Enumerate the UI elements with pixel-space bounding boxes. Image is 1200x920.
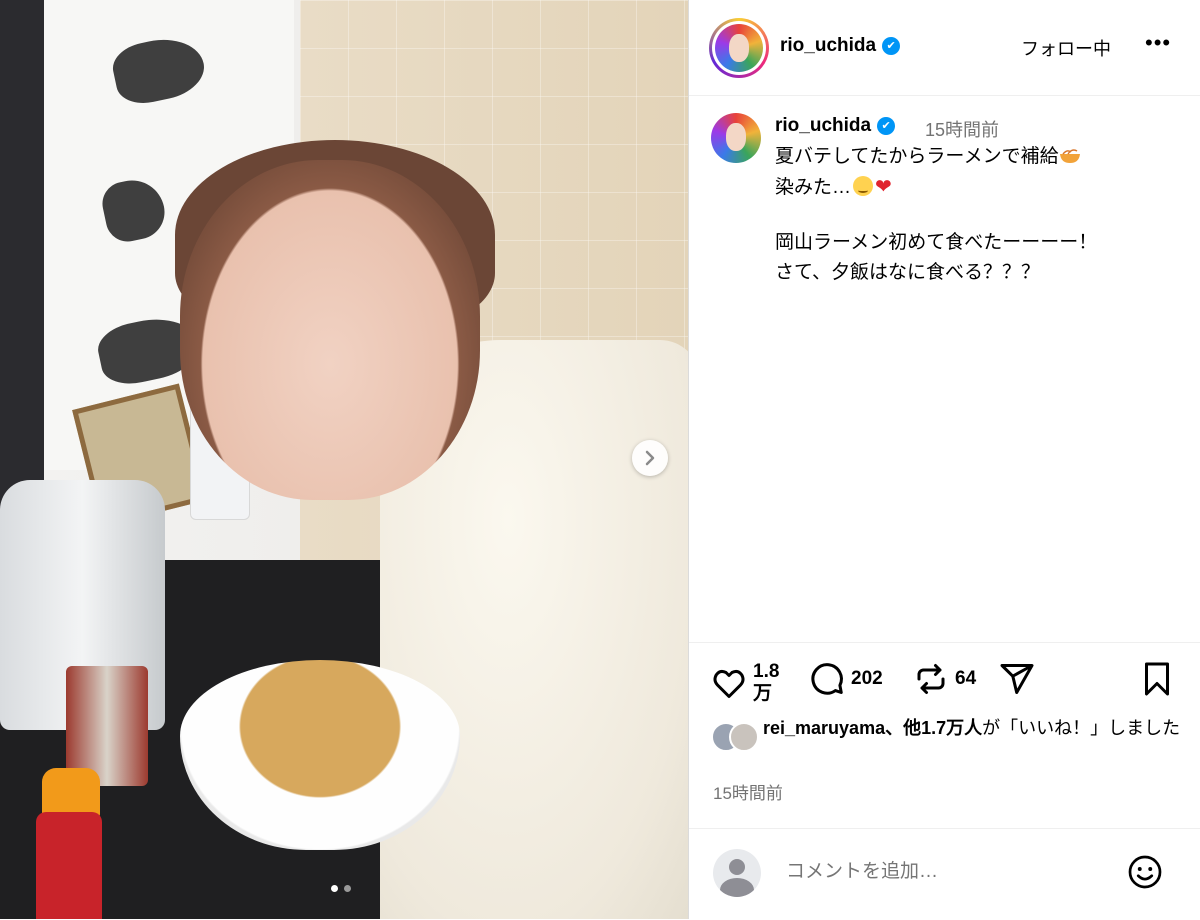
ramen-emoji-icon	[1059, 149, 1080, 163]
comment-icon	[811, 663, 843, 695]
avatar-head	[729, 859, 745, 875]
save-button[interactable]	[1139, 661, 1175, 697]
verified-badge-icon: ✔	[882, 36, 901, 55]
comment-button[interactable]: 202	[809, 661, 883, 697]
likes-count[interactable]: 1.8 万	[753, 661, 779, 705]
liker-avatar[interactable]	[729, 722, 759, 752]
bookmark-icon	[1145, 662, 1169, 696]
caption-text: 夏バテしてたからラーメンで補給 染みた… ❤ 岡山ラーメン初めて食べたーーーー！ …	[775, 142, 1175, 288]
emoji-picker-icon[interactable]	[1127, 854, 1163, 890]
carousel-dot	[344, 885, 351, 892]
comments-count[interactable]: 202	[851, 668, 883, 690]
caption-time[interactable]: 15時間前	[925, 116, 999, 142]
verified-badge-icon: ✔	[877, 116, 896, 135]
more-options-icon[interactable]: •••	[1145, 30, 1171, 56]
avatar-face	[729, 34, 749, 62]
liked-by-others[interactable]: 、他1.7万人	[885, 718, 982, 738]
like-button[interactable]: 1.8 万	[711, 661, 779, 705]
caption-line: 染みた…	[775, 177, 852, 198]
repost-icon	[917, 664, 945, 694]
header-username[interactable]: rio_uchida ✔	[780, 35, 901, 57]
liked-by-suffix: が「いいね！」しました	[982, 718, 1181, 738]
caption-line: 夏バテしてたからラーメンで補給	[775, 146, 1059, 167]
avatar-image	[715, 24, 763, 72]
comment-input[interactable]	[784, 860, 1088, 884]
share-icon	[1000, 664, 1034, 694]
post-timestamp[interactable]: 15時間前	[713, 779, 783, 804]
post-header: rio_uchida ✔ フォロー中 •••	[689, 0, 1200, 96]
photo-spice-bottle	[42, 768, 100, 818]
carousel-next-button[interactable]	[632, 440, 668, 476]
reposts-count[interactable]: 64	[955, 668, 976, 690]
caption-username[interactable]: rio_uchida ✔	[775, 115, 896, 137]
caption-line: 岡山ラーメン初めて食べたーーーー！	[775, 232, 1098, 253]
instagram-post: rio_uchida ✔ フォロー中 ••• rio_uchida ✔ 15時間前 …	[0, 0, 1200, 919]
red-heart-emoji-icon: ❤	[875, 176, 892, 198]
teary-face-emoji-icon	[853, 176, 874, 196]
photo-person-face	[180, 160, 480, 500]
heart-icon	[713, 669, 745, 698]
carousel-dot-active	[331, 885, 338, 892]
carousel-dots	[331, 885, 351, 892]
post-photo[interactable]	[0, 0, 688, 919]
liked-by: rei_maruyama、他1.7万人が「いいね！」しました	[711, 714, 1181, 752]
photo-brush-mark	[98, 174, 170, 246]
comment-bar	[689, 828, 1200, 920]
caption-username-text[interactable]: rio_uchida	[775, 115, 871, 136]
following-button[interactable]: フォロー中	[1021, 35, 1111, 61]
header-username-text[interactable]: rio_uchida	[780, 35, 876, 56]
share-button[interactable]	[999, 661, 1035, 697]
liked-by-text: rei_maruyama、他1.7万人が「いいね！」しました	[763, 714, 1181, 742]
avatar-face	[726, 123, 746, 151]
avatar	[712, 21, 766, 75]
photo-brush-mark	[108, 31, 210, 109]
avatar-body	[720, 878, 754, 897]
caption-line: さて、夕飯はなに食べる？？？	[775, 262, 1041, 283]
story-ring-avatar[interactable]	[709, 18, 769, 78]
photo-spice-bottle	[36, 812, 102, 919]
caption-avatar[interactable]	[711, 113, 761, 163]
chevron-right-icon	[645, 450, 655, 466]
repost-button[interactable]: 64	[913, 661, 976, 697]
post-side-panel: rio_uchida ✔ フォロー中 ••• rio_uchida ✔ 15時間前 …	[688, 0, 1200, 919]
current-user-avatar	[713, 849, 761, 897]
liked-by-user[interactable]: rei_maruyama	[763, 718, 885, 738]
